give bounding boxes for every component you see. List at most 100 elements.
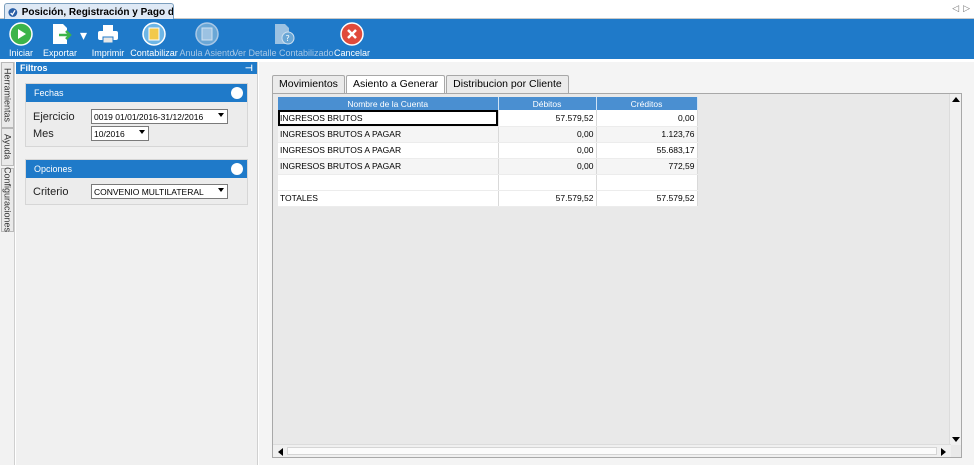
cell-debitos[interactable] xyxy=(498,174,597,191)
cell-cuenta[interactable]: INGRESOS BRUTOS A PAGAR xyxy=(278,142,499,159)
tab-asiento-a-generar[interactable]: Asiento a Generar xyxy=(345,75,446,93)
cell-debitos[interactable]: 57.579,52 xyxy=(498,190,597,207)
tab-content: Nombre de la Cuenta Débitos Créditos ING… xyxy=(272,93,962,458)
toolbar: Iniciar Exportar ▾ Imprimir Contabilizar… xyxy=(0,19,974,59)
tab-next-icon[interactable]: ▷ xyxy=(963,3,970,14)
fechas-header: Fechas xyxy=(26,84,247,102)
tab-distribucion-por-cliente[interactable]: Distribucion por Cliente xyxy=(446,75,569,93)
ejercicio-label: Ejercicio xyxy=(33,110,75,123)
cell-debitos[interactable]: 0,00 xyxy=(498,158,597,175)
asiento-grid: Nombre de la Cuenta Débitos Créditos ING… xyxy=(278,97,698,207)
cell-cuenta[interactable]: INGRESOS BRUTOS xyxy=(278,110,499,127)
ejercicio-row: Ejercicio 0019 01/01/2016-31/12/2016 xyxy=(33,109,228,124)
chevron-down-icon xyxy=(218,188,224,192)
mes-value: 10/2016 xyxy=(94,128,125,139)
totals-row[interactable]: TOTALES 57.579,52 57.579,52 xyxy=(278,190,698,207)
opciones-group: Opciones Criterio CONVENIO MULTILATERAL xyxy=(25,159,248,205)
contabilizar-label: Contabilizar xyxy=(130,48,178,58)
table-row[interactable]: INGRESOS BRUTOS A PAGAR 0,00 772,59 xyxy=(278,158,698,175)
cancel-icon xyxy=(340,22,364,46)
main-area: Movimientos Asiento a Generar Distribuci… xyxy=(259,62,974,465)
mes-select[interactable]: 10/2016 xyxy=(91,126,149,141)
cell-creditos[interactable]: 55.683,17 xyxy=(596,142,698,159)
side-tab-herramientas[interactable]: Herramientas xyxy=(1,62,14,128)
fechas-group: Fechas Ejercicio 0019 01/01/2016-31/12/2… xyxy=(25,83,248,147)
printer-icon xyxy=(98,25,119,44)
contabilizar-button[interactable]: Contabilizar xyxy=(130,19,178,59)
collapse-icon[interactable] xyxy=(231,163,243,175)
cell-creditos[interactable] xyxy=(596,174,698,191)
detail-icon: ? xyxy=(275,24,295,45)
filters-header: Filtros ⊣ xyxy=(16,62,257,74)
criterio-value: CONVENIO MULTILATERAL xyxy=(94,186,204,197)
document-tab-strip: Posición, Registración y Pago de I... ◁ … xyxy=(0,0,974,20)
mes-label: Mes xyxy=(33,127,54,140)
opciones-header: Opciones xyxy=(26,160,247,178)
ledger-icon xyxy=(142,22,166,46)
column-header-cuenta[interactable]: Nombre de la Cuenta xyxy=(278,97,499,110)
filters-title: Filtros xyxy=(20,63,48,73)
fechas-title: Fechas xyxy=(34,88,64,98)
column-header-creditos[interactable]: Créditos xyxy=(596,97,698,110)
table-row[interactable]: INGRESOS BRUTOS 57.579,52 0,00 xyxy=(278,110,698,127)
grid-header-row: Nombre de la Cuenta Débitos Créditos xyxy=(278,97,698,110)
cell-debitos[interactable]: 0,00 xyxy=(498,126,597,143)
chevron-down-icon xyxy=(139,130,145,134)
export-dropdown-icon[interactable]: ▾ xyxy=(80,27,87,44)
ejercicio-select[interactable]: 0019 01/01/2016-31/12/2016 xyxy=(91,109,228,124)
svg-text:?: ? xyxy=(286,34,290,43)
side-tab-herramientas-label: Herramientas xyxy=(2,67,13,123)
scroll-up-icon[interactable] xyxy=(952,97,960,102)
anula-asiento-button[interactable]: Anula Asiento xyxy=(180,19,235,59)
cell-cuenta[interactable]: INGRESOS BRUTOS A PAGAR xyxy=(278,158,499,175)
cell-debitos[interactable]: 57.579,52 xyxy=(498,110,597,127)
exportar-button[interactable]: Exportar xyxy=(42,19,78,59)
collapse-icon[interactable] xyxy=(231,87,243,99)
tab-navigation: ◁ ▷ xyxy=(952,3,970,14)
table-row[interactable]: INGRESOS BRUTOS A PAGAR 0,00 55.683,17 xyxy=(278,142,698,159)
cell-cuenta[interactable] xyxy=(278,174,499,191)
iniciar-label: Iniciar xyxy=(8,48,33,58)
chevron-down-icon xyxy=(218,113,224,117)
table-row[interactable] xyxy=(278,174,698,191)
cell-cuenta[interactable]: TOTALES xyxy=(278,190,499,207)
tab-movimientos[interactable]: Movimientos xyxy=(272,75,345,93)
scroll-thumb[interactable] xyxy=(287,447,937,455)
side-tab-configuraciones[interactable]: Configuraciones xyxy=(1,167,14,233)
exportar-label: Exportar xyxy=(42,48,77,58)
ejercicio-value: 0019 01/01/2016-31/12/2016 xyxy=(94,111,204,122)
filters-panel: Filtros ⊣ Fechas Ejercicio 0019 01/01/20… xyxy=(16,62,258,465)
scroll-left-icon[interactable] xyxy=(278,448,283,456)
document-tab-label: Posición, Registración y Pago de I... xyxy=(21,6,173,18)
criterio-select[interactable]: CONVENIO MULTILATERAL xyxy=(91,184,228,199)
cell-creditos[interactable]: 772,59 xyxy=(596,158,698,175)
side-tab-ayuda[interactable]: Ayuda xyxy=(1,128,14,166)
horizontal-scrollbar[interactable] xyxy=(273,444,951,457)
cancelar-button[interactable]: Cancelar xyxy=(334,19,371,59)
cell-creditos[interactable]: 57.579,52 xyxy=(596,190,698,207)
cell-creditos[interactable]: 0,00 xyxy=(596,110,698,127)
pin-icon[interactable]: ⊣ xyxy=(245,62,253,74)
export-icon xyxy=(53,24,72,44)
ver-detalle-button[interactable]: ? Ver Detalle Contabilizado xyxy=(233,19,334,59)
document-tab[interactable]: Posición, Registración y Pago de I... xyxy=(4,3,174,20)
cell-creditos[interactable]: 1.123,76 xyxy=(596,126,698,143)
scroll-down-icon[interactable] xyxy=(952,437,960,442)
table-row[interactable]: INGRESOS BRUTOS A PAGAR 0,00 1.123,76 xyxy=(278,126,698,143)
content-tabs: Movimientos Asiento a Generar Distribuci… xyxy=(272,75,570,93)
cancelar-label: Cancelar xyxy=(334,48,371,58)
cell-debitos[interactable]: 0,00 xyxy=(498,142,597,159)
cell-cuenta[interactable]: INGRESOS BRUTOS A PAGAR xyxy=(278,126,499,143)
anula-asiento-label: Anula Asiento xyxy=(179,48,235,58)
column-header-debitos[interactable]: Débitos xyxy=(498,97,597,110)
scroll-right-icon[interactable] xyxy=(941,448,946,456)
side-tab-ayuda-label: Ayuda xyxy=(2,134,13,160)
ver-detalle-label: Ver Detalle Contabilizado xyxy=(232,48,334,58)
tab-prev-icon[interactable]: ◁ xyxy=(952,3,959,14)
imprimir-button[interactable]: Imprimir xyxy=(91,19,125,59)
play-icon xyxy=(9,22,33,46)
opciones-title: Opciones xyxy=(34,164,73,174)
imprimir-label: Imprimir xyxy=(91,48,125,58)
iniciar-button[interactable]: Iniciar xyxy=(6,19,36,59)
vertical-scrollbar[interactable] xyxy=(949,94,961,445)
